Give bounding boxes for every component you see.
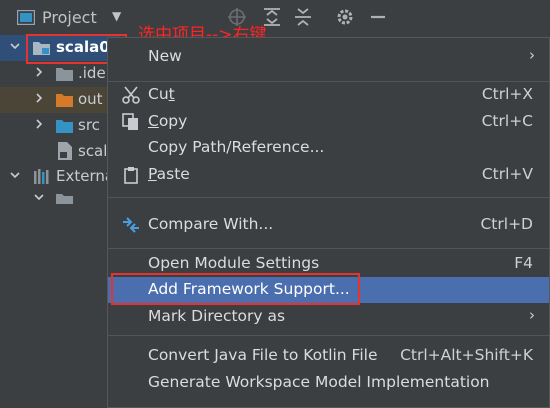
chevron-down-icon[interactable]: ▼ xyxy=(112,9,121,23)
chevron-right-icon[interactable] xyxy=(33,66,45,78)
tree-item-label: Externa xyxy=(56,167,115,185)
menu-item-compare-with[interactable]: Compare With... Ctrl+D xyxy=(108,212,549,238)
menu-item-paste[interactable]: Paste Ctrl+V xyxy=(108,162,549,188)
project-view-title[interactable]: Project xyxy=(42,8,97,27)
tree-item-label: .ide xyxy=(78,64,106,82)
paste-icon xyxy=(124,167,138,184)
tree-item-scala-file[interactable]: scal xyxy=(0,139,120,165)
folder-icon xyxy=(56,68,73,81)
context-menu: New › Cut Ctrl+X Copy Ctrl+C Copy Path/R… xyxy=(107,37,550,408)
scissors-icon xyxy=(122,86,140,104)
menu-item-generate-workspace-model[interactable]: Generate Workspace Model Implementation xyxy=(108,370,549,396)
excluded-folder-icon xyxy=(56,94,73,107)
chevron-down-icon[interactable] xyxy=(9,169,21,181)
tree-item-partial xyxy=(0,190,120,204)
tree-item-label: scal xyxy=(78,142,108,160)
menu-item-label: Paste xyxy=(148,165,190,183)
menu-separator xyxy=(108,248,549,249)
chevron-right-icon: › xyxy=(529,306,535,324)
menu-item-new[interactable]: New › xyxy=(108,44,549,70)
shortcut-label: Ctrl+V xyxy=(481,165,533,183)
file-icon xyxy=(58,142,72,160)
menu-item-label: Generate Workspace Model Implementation xyxy=(148,373,490,391)
shortcut-label: Ctrl+X xyxy=(481,85,533,103)
chevron-right-icon[interactable] xyxy=(33,92,45,104)
menu-separator xyxy=(108,335,549,336)
compare-icon xyxy=(123,217,139,233)
menu-item-label: Copy xyxy=(148,112,188,130)
tree-item-src[interactable]: src xyxy=(0,113,120,139)
shortcut-label: Ctrl+D xyxy=(480,215,533,233)
menu-item-copy-path[interactable]: Copy Path/Reference... xyxy=(108,135,549,161)
menu-item-label: Open Module Settings xyxy=(148,254,320,272)
tree-item-idea[interactable]: .ide xyxy=(0,61,120,87)
copy-icon xyxy=(122,113,138,130)
tree-item-out[interactable]: out xyxy=(0,87,120,113)
shortcut-label: F4 xyxy=(514,254,533,272)
tree-item-label: out xyxy=(78,90,103,108)
menu-item-label: Compare With... xyxy=(148,215,274,233)
chevron-down-icon xyxy=(34,194,44,201)
menu-item-convert-java-to-kotlin[interactable]: Convert Java File to Kotlin File Ctrl+Al… xyxy=(108,343,549,369)
menu-item-label: Mark Directory as xyxy=(148,307,286,325)
menu-item-copy[interactable]: Copy Ctrl+C xyxy=(108,109,549,135)
menu-separator xyxy=(108,197,549,198)
folder-icon xyxy=(56,194,73,204)
chevron-right-icon: › xyxy=(529,46,535,64)
gear-icon[interactable] xyxy=(334,6,356,28)
collapse-all-icon[interactable] xyxy=(292,6,314,28)
shortcut-label: Ctrl+C xyxy=(481,112,533,130)
hide-icon[interactable] xyxy=(367,6,389,28)
chevron-right-icon[interactable] xyxy=(33,118,45,130)
project-view-icon xyxy=(17,10,35,25)
project-toolbar: Project ▼ xyxy=(0,0,550,33)
menu-item-cut[interactable]: Cut Ctrl+X xyxy=(108,82,549,108)
shortcut-label: Ctrl+Alt+Shift+K xyxy=(400,346,533,364)
tree-item-label: src xyxy=(78,116,100,134)
annotation-highlight-box xyxy=(111,273,360,305)
menu-item-mark-directory-as[interactable]: Mark Directory as › xyxy=(108,304,549,330)
menu-item-label: Copy Path/Reference... xyxy=(148,138,325,156)
menu-item-label: New xyxy=(148,47,182,65)
menu-item-label: Convert Java File to Kotlin File xyxy=(148,346,378,364)
tree-item-external-libraries[interactable]: Externa xyxy=(0,164,120,190)
menu-item-label: Cut xyxy=(148,85,175,103)
chevron-down-icon[interactable] xyxy=(9,40,21,52)
libraries-icon xyxy=(34,169,49,184)
source-folder-icon xyxy=(56,120,73,133)
